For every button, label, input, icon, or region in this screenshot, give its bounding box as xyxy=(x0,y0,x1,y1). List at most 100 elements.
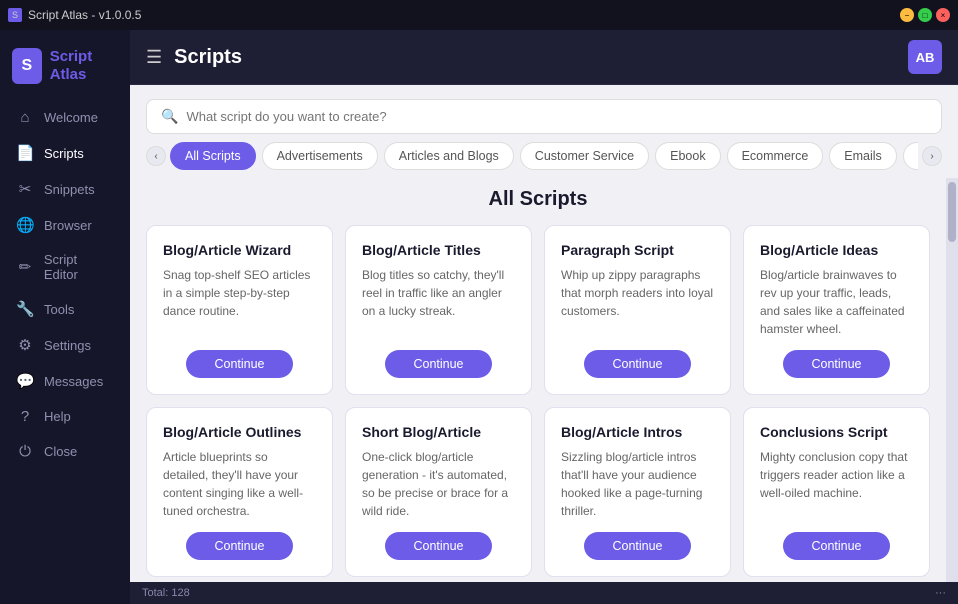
scroll-right-arrow[interactable]: › xyxy=(922,146,942,166)
sidebar-logo: S Script Atlas xyxy=(0,40,130,100)
script-card-desc: Whip up zippy paragraphs that morph read… xyxy=(561,266,714,338)
sidebar-item-welcome[interactable]: ⌂ Welcome xyxy=(0,100,130,135)
search-bar-wrap: 🔍 xyxy=(130,85,958,142)
category-tab-letter[interactable]: Letter xyxy=(903,142,918,170)
hamburger-menu[interactable]: ☰ xyxy=(146,47,162,68)
search-icon: 🔍 xyxy=(161,108,178,125)
sidebar-item-scripts[interactable]: 📄Scripts xyxy=(0,135,130,171)
scroll-track[interactable] xyxy=(946,178,958,582)
script-card-footer: Continue xyxy=(561,532,714,560)
category-tab-ebook[interactable]: Ebook xyxy=(655,142,720,170)
script-card-desc: Mighty conclusion copy that triggers rea… xyxy=(760,448,913,520)
category-tab-emails[interactable]: Emails xyxy=(829,142,897,170)
continue-button-1[interactable]: Continue xyxy=(385,350,491,378)
sidebar-icon-close: ⏻ xyxy=(16,443,34,460)
category-tabs-wrap: ‹ All ScriptsAdvertisementsArticles and … xyxy=(130,142,958,178)
scroll-thumb[interactable] xyxy=(948,182,956,242)
script-card-title: Blog/Article Wizard xyxy=(163,242,316,258)
sidebar-icon-browser: 🌐 xyxy=(16,216,34,234)
window-title: Script Atlas - v1.0.0.5 xyxy=(28,8,141,22)
sidebar-item-help[interactable]: ? Help xyxy=(0,399,130,434)
script-card-desc: Snag top-shelf SEO articles in a simple … xyxy=(163,266,316,338)
app-layout: S Script Atlas ⌂Welcome📄Scripts✂Snippets… xyxy=(0,30,958,604)
script-card: Blog/Article Outlines Article blueprints… xyxy=(146,407,333,577)
sidebar-item-browser[interactable]: 🌐Browser xyxy=(0,207,130,243)
script-card: Blog/Article Intros Sizzling blog/articl… xyxy=(544,407,731,577)
sidebar-icon-help: ? xyxy=(16,408,34,425)
main-content: 🔍 ‹ All ScriptsAdvertisementsArticles an… xyxy=(130,85,958,582)
sidebar-label-help: Help xyxy=(44,409,71,424)
search-input[interactable] xyxy=(186,109,927,124)
script-card-desc: Article blueprints so detailed, they'll … xyxy=(163,448,316,520)
category-tab-customer[interactable]: Customer Service xyxy=(520,142,649,170)
sidebar-item-snippets[interactable]: ✂ Snippets xyxy=(0,171,130,207)
sidebar-item-messages[interactable]: 💬 Messages xyxy=(0,363,130,399)
sidebar-label-messages: Messages xyxy=(44,374,103,389)
script-card-footer: Continue xyxy=(163,532,316,560)
sidebar-item-tools[interactable]: 🔧 Tools xyxy=(0,291,130,327)
continue-button-6[interactable]: Continue xyxy=(584,532,690,560)
sidebar-label-tools: Tools xyxy=(44,302,74,317)
sidebar-label-welcome: Welcome xyxy=(44,110,98,125)
script-card: Blog/Article Wizard Snag top-shelf SEO a… xyxy=(146,225,333,395)
continue-button-2[interactable]: Continue xyxy=(584,350,690,378)
sidebar-icon-welcome: ⌂ xyxy=(16,109,34,126)
script-card-title: Paragraph Script xyxy=(561,242,714,258)
script-card-footer: Continue xyxy=(362,532,515,560)
right-panel: ☰ Scripts AB 🔍 ‹ All ScriptsAdvertisemen… xyxy=(130,30,958,604)
continue-button-3[interactable]: Continue xyxy=(783,350,889,378)
close-window-button[interactable]: × xyxy=(936,8,950,22)
title-bar: S Script Atlas - v1.0.0.5 − □ × xyxy=(0,0,958,30)
sidebar-icon-snippets: ✂ xyxy=(16,180,34,198)
window-controls[interactable]: − □ × xyxy=(900,8,950,22)
sidebar-icon-messages: 💬 xyxy=(16,372,34,390)
category-tab-ads[interactable]: Advertisements xyxy=(262,142,378,170)
script-card-footer: Continue xyxy=(362,350,515,378)
script-card-title: Blog/Article Outlines xyxy=(163,424,316,440)
logo-text-part2: Atlas xyxy=(50,66,87,83)
sidebar-icon-scripts: 📄 xyxy=(16,144,34,162)
sidebar-item-script-editor[interactable]: ✏ Script Editor xyxy=(0,243,130,291)
script-card: Short Blog/Article One-click blog/articl… xyxy=(345,407,532,577)
status-dots: ··· xyxy=(935,587,946,599)
continue-button-4[interactable]: Continue xyxy=(186,532,292,560)
script-card-title: Blog/Article Intros xyxy=(561,424,714,440)
app-icon: S xyxy=(8,8,22,22)
sidebar-icon-script-editor: ✏ xyxy=(16,258,34,276)
script-card: Blog/Article Ideas Blog/article brainwav… xyxy=(743,225,930,395)
sidebar-label-close: Close xyxy=(44,444,77,459)
top-bar-title: Scripts xyxy=(174,46,896,69)
scripts-grid: Blog/Article Wizard Snag top-shelf SEO a… xyxy=(146,225,930,577)
continue-button-7[interactable]: Continue xyxy=(783,532,889,560)
continue-button-5[interactable]: Continue xyxy=(385,532,491,560)
minimize-button[interactable]: − xyxy=(900,8,914,22)
sidebar-label-snippets: Snippets xyxy=(44,182,95,197)
scroll-left-arrow[interactable]: ‹ xyxy=(146,146,166,166)
script-card: Conclusions Script Mighty conclusion cop… xyxy=(743,407,930,577)
sidebar-label-script-editor: Script Editor xyxy=(44,252,114,282)
script-card-desc: One-click blog/article generation - it's… xyxy=(362,448,515,520)
category-tab-ecommerce[interactable]: Ecommerce xyxy=(727,142,824,170)
avatar-text: AB xyxy=(916,50,935,65)
user-avatar: AB xyxy=(908,40,942,74)
script-card-title: Blog/Article Ideas xyxy=(760,242,913,258)
sidebar-icon-tools: 🔧 xyxy=(16,300,34,318)
script-card-desc: Blog/article brainwaves to rev up your t… xyxy=(760,266,913,338)
maximize-button[interactable]: □ xyxy=(918,8,932,22)
sidebar-item-settings[interactable]: ⚙Settings xyxy=(0,327,130,363)
script-card-title: Blog/Article Titles xyxy=(362,242,515,258)
sidebar-item-close[interactable]: ⏻ Close xyxy=(0,434,130,469)
category-tab-all[interactable]: All Scripts xyxy=(170,142,256,170)
script-card-footer: Continue xyxy=(561,350,714,378)
category-tab-articles[interactable]: Articles and Blogs xyxy=(384,142,514,170)
status-total: Total: 128 xyxy=(142,587,190,599)
continue-button-0[interactable]: Continue xyxy=(186,350,292,378)
logo-text-part1: Script xyxy=(50,48,93,65)
sidebar-label-settings: Settings xyxy=(44,338,91,353)
search-bar: 🔍 xyxy=(146,99,942,134)
logo-icon: S xyxy=(12,48,42,84)
title-bar-left: S Script Atlas - v1.0.0.5 xyxy=(8,8,141,22)
script-card-title: Short Blog/Article xyxy=(362,424,515,440)
sidebar: S Script Atlas ⌂ Welcome 📄Scripts ✂ Snippets… xyxy=(0,30,130,604)
logo-text: Script Atlas xyxy=(50,48,118,84)
